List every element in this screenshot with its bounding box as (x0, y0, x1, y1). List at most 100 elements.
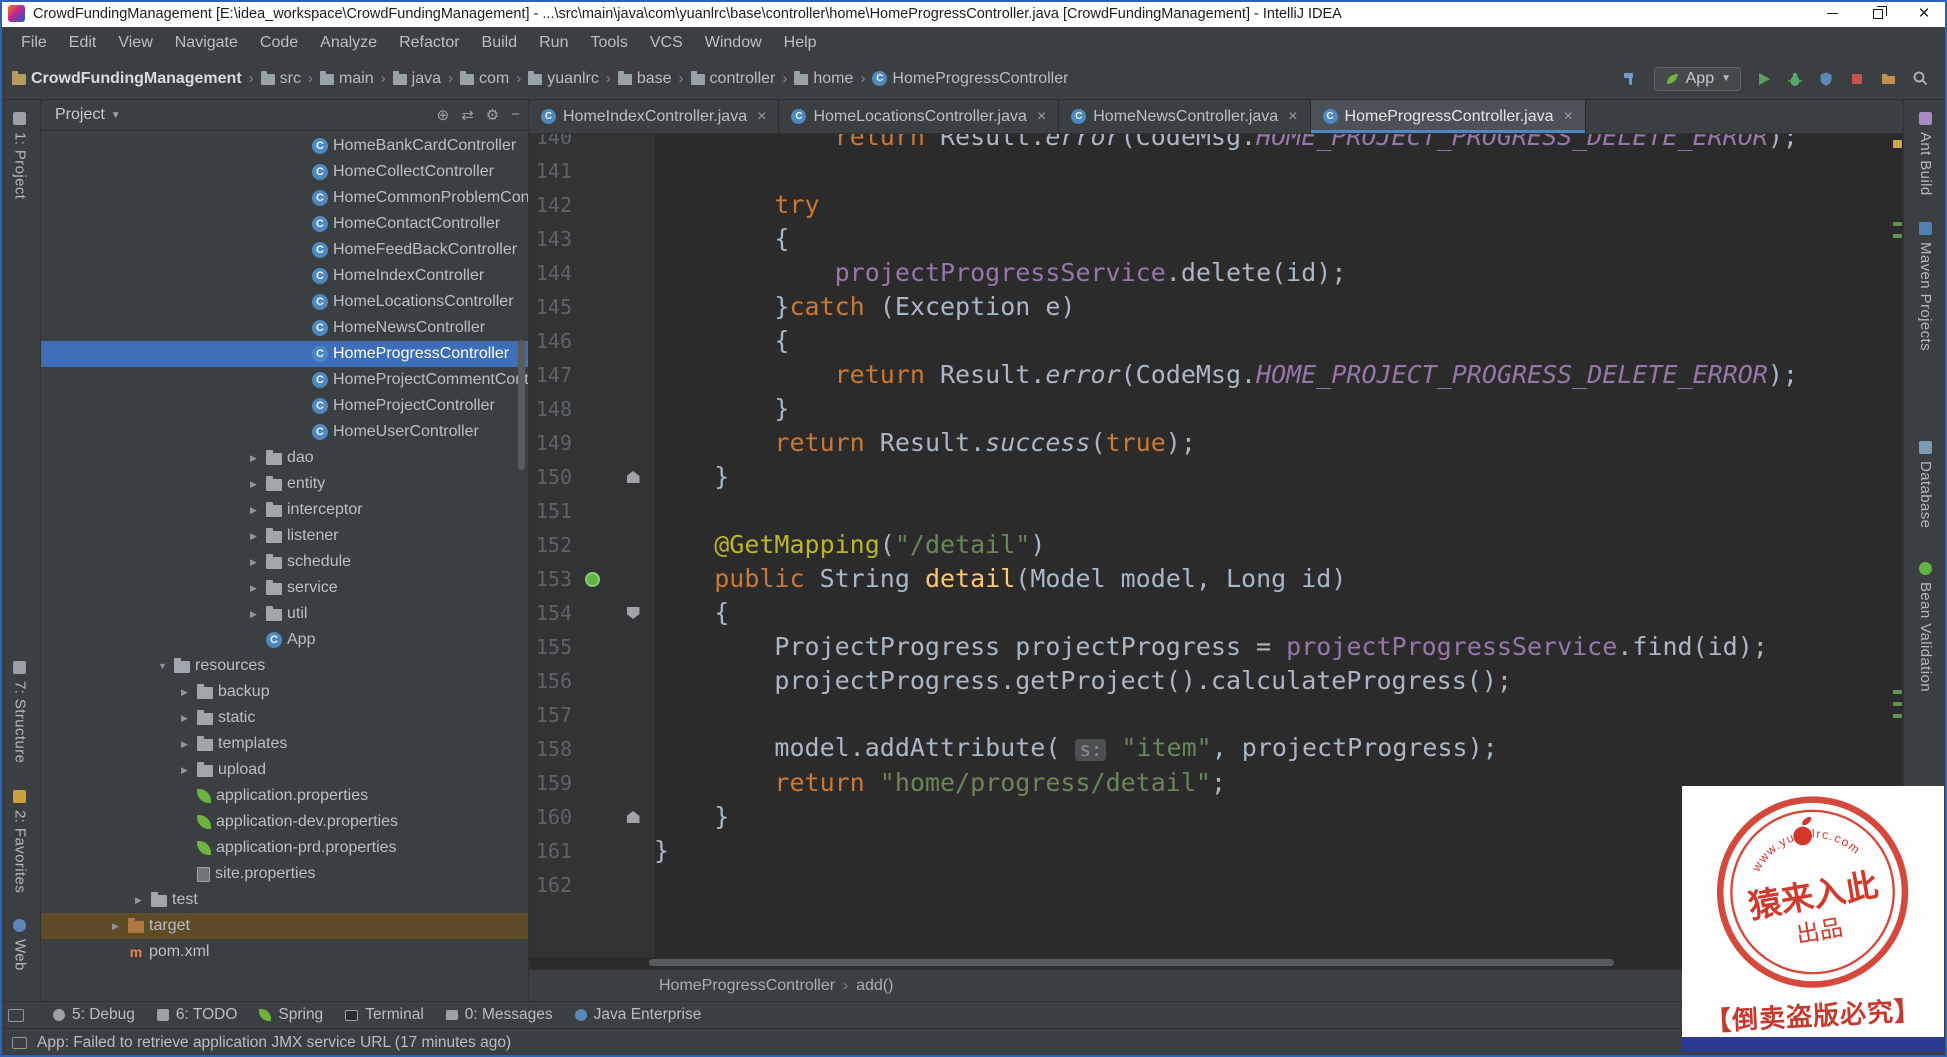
code-line-153[interactable]: 153 public String detail(Model model, Lo… (529, 562, 1903, 596)
tree-item-homefeedbackcontroller[interactable]: C HomeFeedBackController (41, 237, 528, 263)
stripe-mark[interactable] (1893, 690, 1902, 694)
breadcrumb-item-homeprogresscontroller[interactable]: C HomeProgressController (872, 70, 1068, 88)
tree-item-util[interactable]: ▶ util (41, 601, 528, 627)
tab-homeindexcontroller-java[interactable]: C HomeIndexController.java × (529, 100, 780, 133)
menu-help[interactable]: Help (773, 27, 828, 58)
code-line-143[interactable]: 143 { (529, 222, 1903, 256)
code-line-146[interactable]: 146 { (529, 324, 1903, 358)
code-line-156[interactable]: 156 projectProgress.getProject().calcula… (529, 664, 1903, 698)
tree-item-site-properties[interactable]: site.properties (41, 861, 528, 887)
expand-arrow-icon[interactable]: ▶ (250, 557, 266, 568)
tool-stripe-database[interactable]: Database (1917, 440, 1934, 528)
maximize-button[interactable] (1855, 0, 1901, 27)
code-line-157[interactable]: 157 (529, 698, 1903, 732)
stripe-mark[interactable] (1893, 714, 1902, 718)
expand-arrow-icon[interactable]: ▶ (181, 687, 197, 698)
stripe-mark[interactable] (1893, 702, 1902, 706)
tool-stripe-web[interactable]: Web (12, 918, 29, 971)
fold-marker-icon[interactable] (626, 811, 640, 823)
code-line-155[interactable]: 155 ProjectProgress projectProgress = pr… (529, 630, 1903, 664)
warning-stripe-mark[interactable] (1893, 140, 1902, 148)
code-line-140[interactable]: 140 return Result.error(CodeMsg.HOME_PRO… (529, 134, 1903, 154)
expand-arrow-icon[interactable]: ▶ (250, 453, 266, 464)
chevron-down-icon[interactable]: ▼ (111, 110, 121, 121)
tree-item-static[interactable]: ▶ static (41, 705, 528, 731)
minimize-button[interactable] (1809, 0, 1855, 27)
tree-item-target[interactable]: ▶ target (41, 913, 528, 939)
tree-item-application-prd-properties[interactable]: application-prd.properties (41, 835, 528, 861)
breadcrumb-item-com[interactable]: com (460, 70, 509, 88)
stripe-mark[interactable] (1893, 234, 1902, 238)
run-button[interactable] (1756, 71, 1772, 87)
code-line-147[interactable]: 147 return Result.error(CodeMsg.HOME_PRO… (529, 358, 1903, 392)
fold-marker-icon[interactable] (626, 471, 640, 483)
tree-item-homeprojectcommentcontrolle[interactable]: C HomeProjectCommentControlle (41, 367, 528, 393)
close-tab-icon[interactable]: × (1037, 108, 1046, 126)
stripe-mark[interactable] (1893, 222, 1902, 226)
tree-item-homecollectcontroller[interactable]: C HomeCollectController (41, 159, 528, 185)
tree-item-upload[interactable]: ▶ upload (41, 757, 528, 783)
debug-button[interactable] (1787, 71, 1803, 87)
tool-stripe-2-favorites[interactable]: 2: Favorites (12, 789, 29, 893)
event-log-icon[interactable] (12, 1037, 27, 1049)
menu-tools[interactable]: Tools (579, 27, 638, 58)
expand-arrow-icon[interactable]: ▶ (181, 713, 197, 724)
expand-arrow-icon[interactable]: ▶ (250, 505, 266, 516)
run-config-select[interactable]: App ▼ (1653, 66, 1741, 91)
code-line-158[interactable]: 158 model.addAttribute( s: "item", proje… (529, 732, 1903, 766)
tree-item-dao[interactable]: ▶ dao (41, 445, 528, 471)
tree-scrollbar[interactable] (518, 340, 525, 470)
menu-view[interactable]: View (107, 27, 163, 58)
tool-stripe-bean-validation[interactable]: Bean Validation (1917, 562, 1934, 692)
tree-item-homebankcardcontroller[interactable]: C HomeBankCardController (41, 133, 528, 159)
expand-collapse-icon[interactable]: ⇄ (461, 106, 474, 124)
tree-item-templates[interactable]: ▶ templates (41, 731, 528, 757)
code-line-141[interactable]: 141 (529, 154, 1903, 188)
menu-edit[interactable]: Edit (58, 27, 108, 58)
tool-stripe-ant-build[interactable]: Ant Build (1917, 112, 1934, 196)
tree-item-homeindexcontroller[interactable]: C HomeIndexController (41, 263, 528, 289)
fold-marker-icon[interactable] (626, 607, 640, 619)
hide-icon[interactable]: − (511, 106, 520, 124)
tree-item-homeprojectcontroller[interactable]: C HomeProjectController (41, 393, 528, 419)
project-panel-title[interactable]: Project (55, 106, 105, 124)
breadcrumb-item-crowdfundingmanagement[interactable]: CrowdFundingManagement (12, 70, 242, 88)
coverage-button[interactable] (1818, 71, 1834, 87)
toolwindow-switcher-icon[interactable] (8, 1008, 24, 1022)
tree-item-homeprogresscontroller[interactable]: C HomeProgressController (41, 341, 528, 367)
toolwindow-button-java-enterprise[interactable]: Java Enterprise (564, 1006, 713, 1024)
tree-item-service[interactable]: ▶ service (41, 575, 528, 601)
build-hammer-icon[interactable] (1622, 70, 1639, 87)
toolwindow-button-0-messages[interactable]: 0: Messages (435, 1006, 564, 1024)
menu-refactor[interactable]: Refactor (388, 27, 470, 58)
tree-item-homelocationscontroller[interactable]: C HomeLocationsController (41, 289, 528, 315)
expand-arrow-icon[interactable]: ▶ (250, 609, 266, 620)
menu-file[interactable]: File (10, 27, 58, 58)
expand-arrow-icon[interactable]: ▶ (250, 479, 266, 490)
settings-icon[interactable]: ⚙ (486, 106, 499, 124)
menu-run[interactable]: Run (528, 27, 579, 58)
toolwindow-button-terminal[interactable]: Terminal (334, 1006, 435, 1024)
tab-homenewscontroller-java[interactable]: C HomeNewsController.java × (1059, 100, 1311, 133)
menu-window[interactable]: Window (694, 27, 773, 58)
tool-stripe-7-structure[interactable]: 7: Structure (12, 661, 29, 764)
close-tab-icon[interactable]: × (757, 108, 766, 126)
tree-item-listener[interactable]: ▶ listener (41, 523, 528, 549)
breadcrumb-item-controller[interactable]: controller (690, 70, 775, 88)
breadcrumb-item-yuanlrc[interactable]: yuanlrc (528, 70, 599, 88)
editor-breadcrumb-item-homeprogresscontroller[interactable]: HomeProgressController (659, 977, 835, 995)
breadcrumb-item-java[interactable]: java (392, 70, 441, 88)
search-button[interactable] (1912, 70, 1929, 87)
breadcrumb-item-src[interactable]: src (260, 70, 301, 88)
expand-arrow-icon[interactable]: ▶ (181, 739, 197, 750)
tree-item-app[interactable]: C App (41, 627, 528, 653)
tree-item-test[interactable]: ▶ test (41, 887, 528, 913)
code-line-142[interactable]: 142 try (529, 188, 1903, 222)
tab-homelocationscontroller-java[interactable]: C HomeLocationsController.java × (779, 100, 1060, 133)
open-project-button[interactable] (1880, 71, 1897, 87)
tree-item-homenewscontroller[interactable]: C HomeNewsController (41, 315, 528, 341)
code-line-144[interactable]: 144 projectProgressService.delete(id); (529, 256, 1903, 290)
locate-icon[interactable]: ⊕ (437, 106, 450, 124)
menu-build[interactable]: Build (471, 27, 529, 58)
tree-item-schedule[interactable]: ▶ schedule (41, 549, 528, 575)
